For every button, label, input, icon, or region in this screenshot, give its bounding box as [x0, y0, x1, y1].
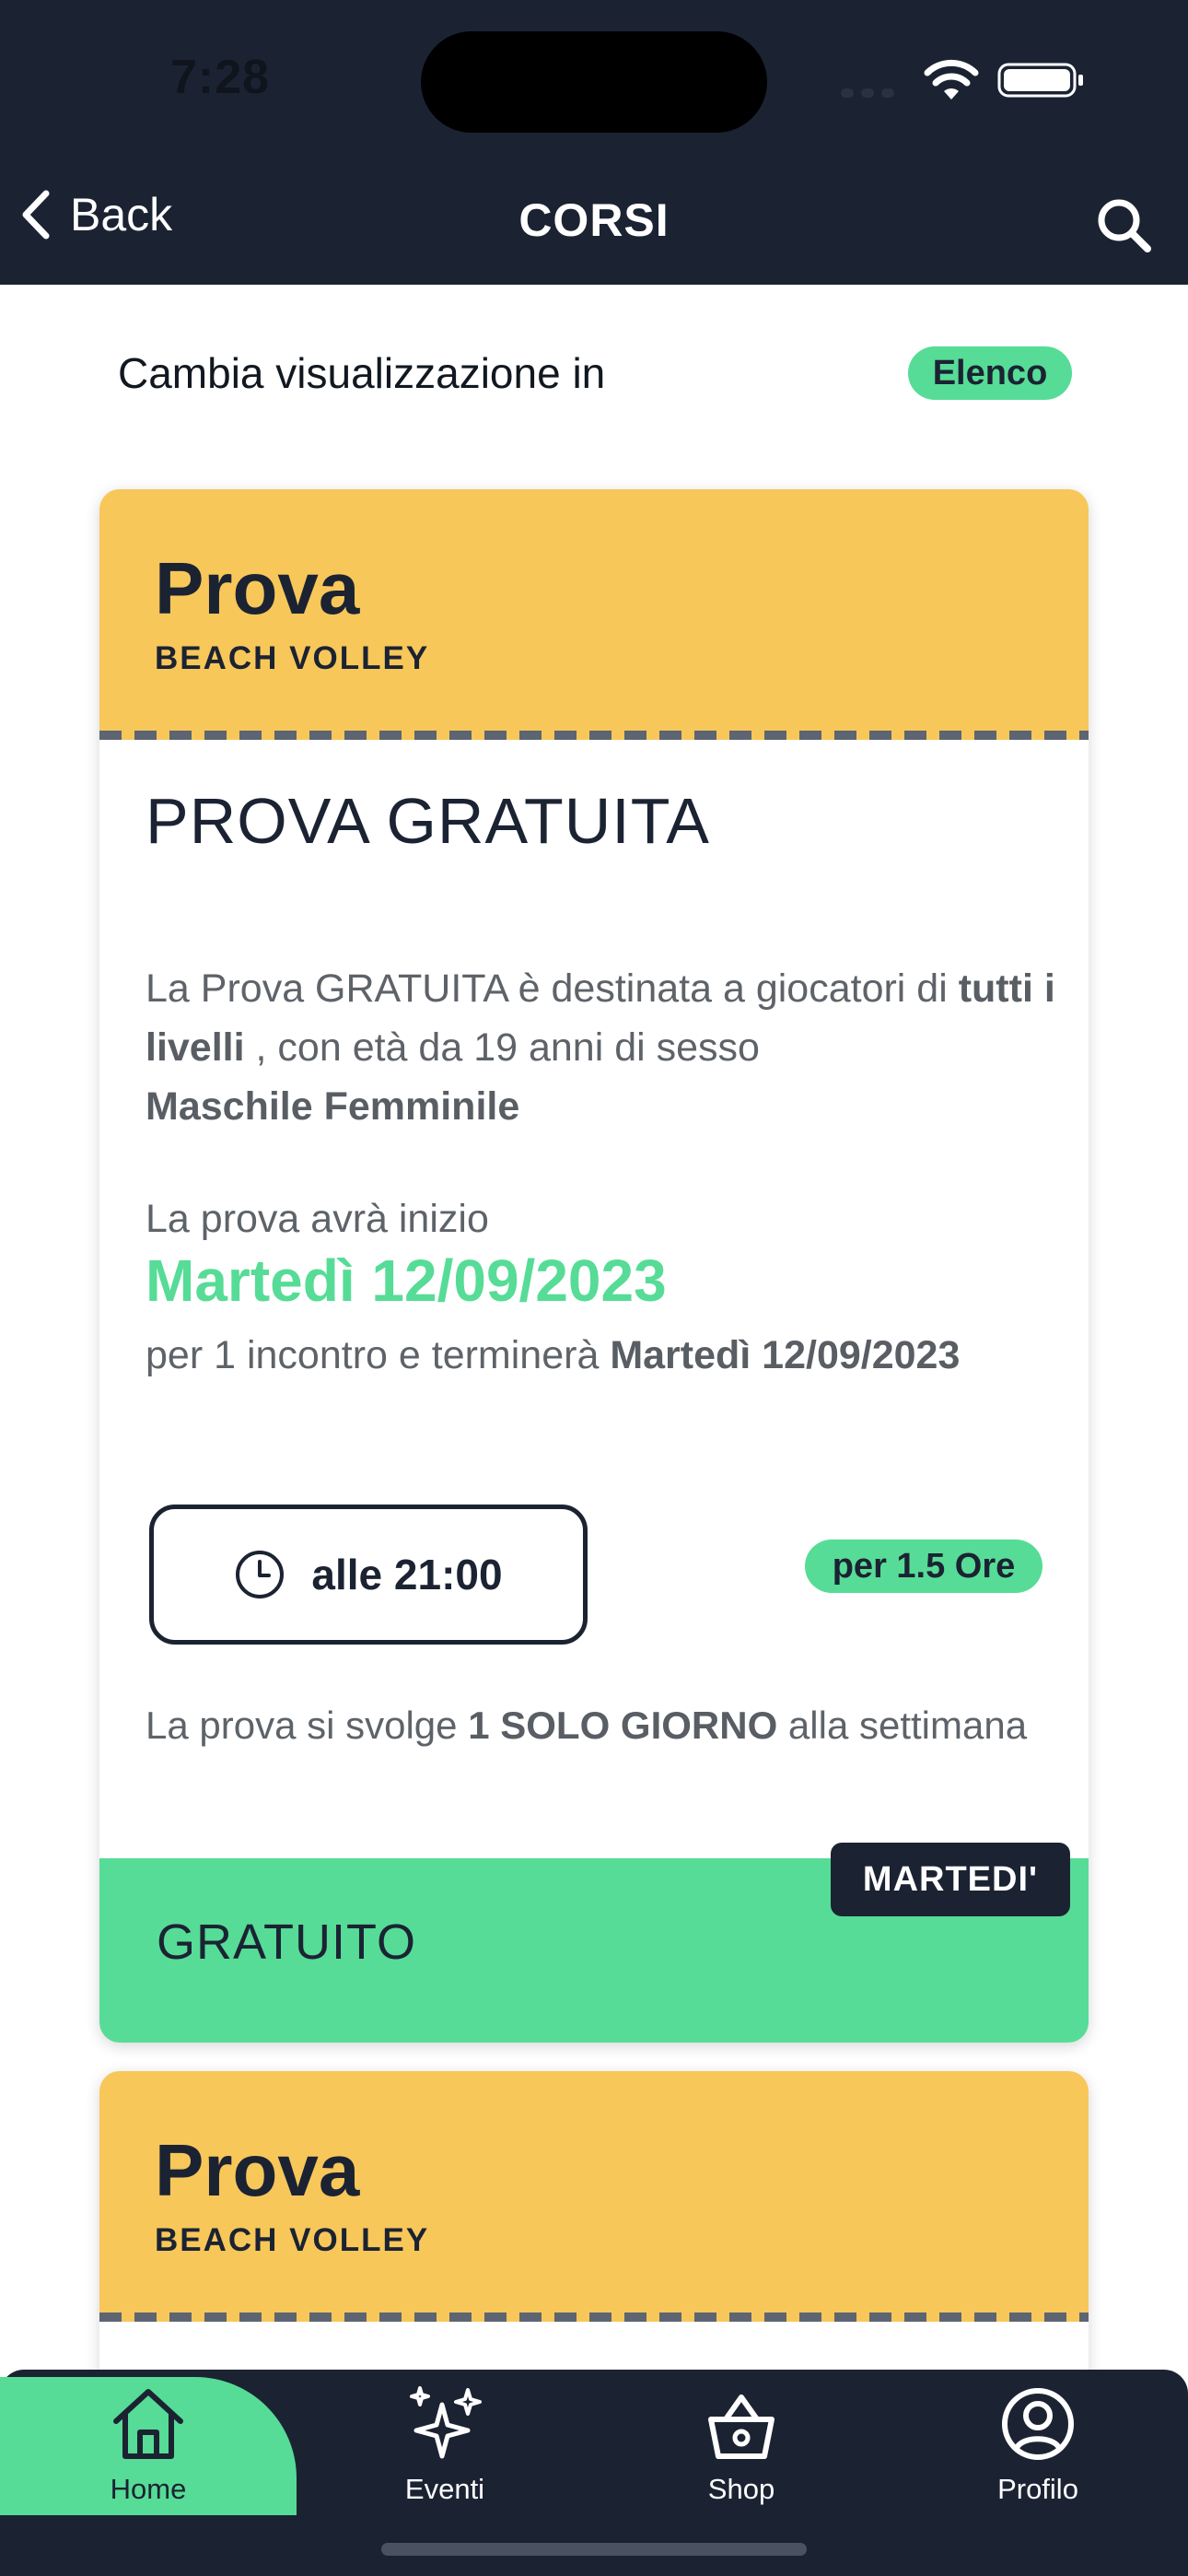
tab-shop[interactable]: Shop	[593, 2370, 890, 2517]
clock-icon	[236, 1551, 285, 1598]
search-icon[interactable]	[1094, 195, 1153, 254]
card-kind: Prova	[155, 2129, 360, 2211]
price-label: GRATUITO	[157, 1914, 417, 1970]
tab-profilo[interactable]: Profilo	[890, 2370, 1186, 2517]
wifi-icon	[924, 59, 979, 100]
profile-icon	[1002, 2388, 1074, 2460]
tab-eventi[interactable]: Eventi	[297, 2370, 593, 2517]
time-label: alle 21:00	[311, 1551, 503, 1598]
tab-home-label: Home	[110, 2473, 187, 2505]
dashed-divider	[99, 731, 1089, 740]
card-header: Prova BEACH VOLLEY	[99, 2071, 1089, 2322]
end-info: per 1 incontro e terminerà Martedì 12/09…	[146, 1333, 961, 1377]
card-header: Prova BEACH VOLLEY	[99, 489, 1089, 740]
course-title: PROVA GRATUITA	[146, 785, 710, 857]
course-description: La Prova GRATUITA è destinata a giocator…	[146, 966, 1055, 1129]
dashed-divider	[99, 2313, 1089, 2322]
view-switch-row: Cambia visualizzazione in Elenco	[0, 332, 1188, 415]
time-button[interactable]: alle 21:00	[149, 1505, 588, 1645]
home-indicator	[381, 2543, 807, 2556]
days-info: La prova si svolge 1 SOLO GIORNO alla se…	[146, 1704, 1028, 1747]
dynamic-island	[421, 31, 767, 133]
tab-shop-label: Shop	[707, 2473, 775, 2505]
sparkles-icon	[410, 2386, 482, 2459]
card-sport: BEACH VOLLEY	[155, 640, 430, 676]
status-time: 7:28	[170, 51, 271, 104]
tab-eventi-label: Eventi	[404, 2473, 485, 2505]
duration-badge: per 1.5 Ore	[805, 1540, 1042, 1593]
basket-icon	[708, 2395, 775, 2459]
start-intro: La prova avrà inizio	[146, 1197, 489, 1241]
home-icon	[113, 2389, 183, 2459]
course-card[interactable]: Prova BEACH VOLLEY PROVA GRATUITA La Pro…	[99, 489, 1089, 2043]
view-switch-label: Cambia visualizzazione in	[118, 349, 606, 397]
course-gender: Maschile Femminile	[146, 1084, 520, 1129]
tab-home[interactable]: Home	[0, 2370, 297, 2517]
view-list-toggle[interactable]: Elenco	[908, 346, 1072, 400]
battery-icon	[997, 63, 1083, 98]
screen: 7:28 Back CORSI Cambia visualizzazione i…	[0, 0, 1188, 2576]
card-kind: Prova	[155, 547, 360, 629]
weekday-badge: MARTEDI'	[831, 1843, 1070, 1916]
tab-profilo-label: Profilo	[997, 2473, 1078, 2505]
card-sport: BEACH VOLLEY	[155, 2222, 430, 2258]
end-date: Martedì 12/09/2023	[610, 1333, 961, 1377]
top-bar: 7:28 Back CORSI	[0, 0, 1188, 285]
page-title: CORSI	[518, 194, 670, 246]
days-bold: 1 SOLO GIORNO	[468, 1704, 778, 1747]
start-date: Martedì 12/09/2023	[146, 1247, 667, 1314]
cellular-signal-icon	[841, 88, 894, 98]
